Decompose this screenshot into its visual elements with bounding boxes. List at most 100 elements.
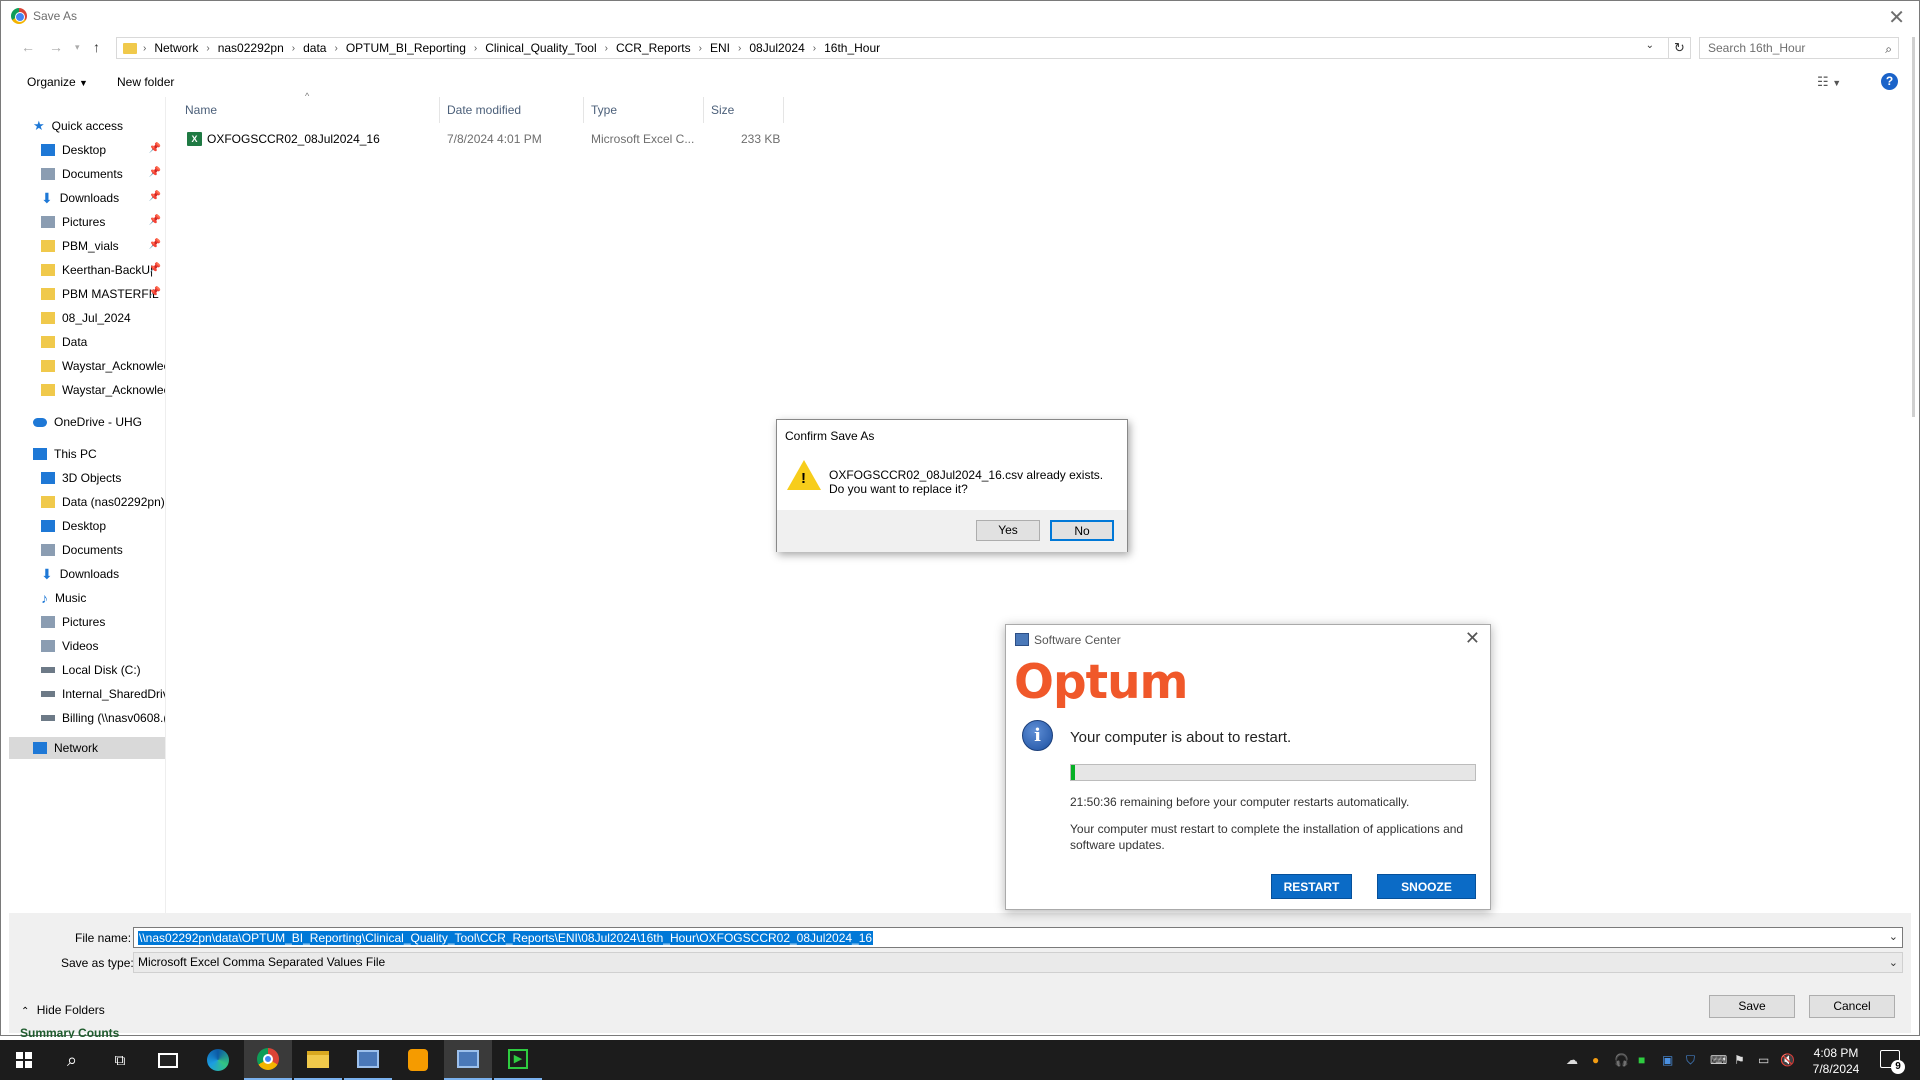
column-date-modified[interactable]: Date modified — [447, 103, 521, 117]
nav-item-waystar-1[interactable]: Waystar_Acknowlec — [41, 355, 165, 377]
hide-folders-button[interactable]: ⌃ Hide Folders — [21, 1003, 105, 1017]
search-icon[interactable]: ⌕ — [48, 1040, 96, 1080]
scrollbar-thumb[interactable] — [1912, 37, 1915, 417]
window-app-icon[interactable]: ▣ — [1662, 1053, 1673, 1067]
chevron-right-icon[interactable]: › — [206, 43, 209, 54]
pin-icon[interactable]: 📌 — [149, 239, 161, 250]
pin-icon[interactable]: 📌 — [149, 287, 161, 298]
cancel-button[interactable]: Cancel — [1809, 995, 1895, 1018]
no-button[interactable]: No — [1050, 520, 1114, 541]
orange-app-icon[interactable]: ● — [1592, 1053, 1599, 1067]
pin-icon[interactable]: 📌 — [149, 215, 161, 226]
nav-item-pbm-masterfile[interactable]: PBM MASTERFIL 📌 — [41, 283, 165, 305]
nav-item-keerthan-backup[interactable]: Keerthan-BackU| 📌 — [41, 259, 165, 281]
nav-item-documents[interactable]: Documents 📌 — [41, 163, 165, 185]
chevron-right-icon[interactable]: › — [738, 43, 741, 54]
yes-button[interactable]: Yes — [976, 520, 1040, 541]
back-arrow-icon[interactable]: ← — [21, 39, 35, 55]
nav-item-data-nas[interactable]: Data (nas02292pn) — [41, 491, 165, 513]
close-icon[interactable]: ✕ — [1465, 628, 1480, 649]
chevron-right-icon[interactable]: › — [334, 43, 337, 54]
nav-item-data[interactable]: Data — [41, 331, 165, 353]
file-name-value[interactable]: \\nas02292pn\data\OPTUM_BI_Reporting\Cli… — [138, 931, 874, 945]
terminal-icon[interactable] — [144, 1040, 192, 1080]
view-options-icon[interactable]: ☷ ▼ — [1817, 74, 1841, 90]
edge-icon[interactable] — [194, 1040, 242, 1080]
nav-item-desktop[interactable]: Desktop 📌 — [41, 139, 165, 161]
breadcrumb-nas02292pn[interactable]: nas02292pn — [218, 41, 284, 55]
system-clock[interactable]: 4:08 PM 7/8/2024 — [1790, 1045, 1882, 1077]
nav-item-pictures[interactable]: Pictures 📌 — [41, 211, 165, 233]
network-monitor-icon[interactable]: ▭ — [1758, 1053, 1769, 1067]
nav-item-quick-access[interactable]: ★ Quick access — [33, 115, 165, 137]
nav-item-this-pc[interactable]: This PC — [33, 443, 165, 465]
nav-item-network[interactable]: Network — [9, 737, 165, 759]
nav-item-pc-documents[interactable]: Documents — [41, 539, 165, 561]
chrome-icon[interactable] — [244, 1040, 292, 1080]
column-divider[interactable] — [783, 97, 784, 123]
column-type[interactable]: Type — [591, 103, 617, 117]
scrollbar[interactable] — [1909, 37, 1919, 427]
close-icon[interactable]: ✕ — [1888, 5, 1905, 30]
nav-item-08-jul-2024[interactable]: 08_Jul_2024 — [41, 307, 165, 329]
onedrive-cloud-icon[interactable]: ☁ — [1566, 1053, 1578, 1067]
nav-item-pc-downloads[interactable]: ⬇ Downloads — [41, 563, 165, 585]
pane-divider[interactable] — [165, 97, 166, 917]
nav-item-pbm-vials[interactable]: PBM_vials 📌 — [41, 235, 165, 257]
up-arrow-icon[interactable]: ↑ — [93, 39, 100, 55]
chevron-right-icon[interactable]: › — [605, 43, 608, 54]
refresh-icon[interactable]: ↻ — [1669, 37, 1691, 59]
chevron-down-icon[interactable]: ⌄ — [1889, 954, 1898, 973]
pin-icon[interactable]: 📌 — [149, 191, 161, 202]
chevron-down-icon[interactable]: ⌄ — [1889, 930, 1898, 943]
chevron-right-icon[interactable]: › — [292, 43, 295, 54]
media-icon[interactable]: ▶ — [494, 1040, 542, 1080]
nav-item-3d-objects[interactable]: 3D Objects — [41, 467, 165, 489]
column-size[interactable]: Size — [711, 103, 734, 117]
pin-icon[interactable]: 📌 — [149, 167, 161, 178]
task-view-icon[interactable]: ⧉ — [96, 1040, 144, 1080]
nav-item-billing[interactable]: Billing (\\nasv0608.( — [41, 707, 165, 729]
snooze-button[interactable]: SNOOZE — [1377, 874, 1476, 899]
nav-item-pc-desktop[interactable]: Desktop — [41, 515, 165, 537]
organize-button[interactable]: Organize ▼ — [27, 75, 88, 89]
green-app-icon[interactable]: ■ — [1638, 1053, 1645, 1067]
start-button[interactable] — [0, 1040, 48, 1080]
column-divider[interactable] — [703, 97, 704, 123]
chevron-right-icon[interactable]: › — [813, 43, 816, 54]
table-row[interactable]: X OXFOGSCCR02_08Jul2024_16 7/8/2024 4:01… — [169, 129, 789, 149]
new-folder-button[interactable]: New folder — [117, 75, 174, 89]
notification-center-icon[interactable]: 9 — [1880, 1050, 1905, 1074]
pin-icon[interactable]: 📌 — [149, 263, 161, 274]
search-input[interactable]: Search 16th_Hour ⌕ — [1699, 37, 1899, 59]
nav-item-videos[interactable]: Videos — [41, 635, 165, 657]
chevron-right-icon[interactable]: › — [474, 43, 477, 54]
security-shield-icon[interactable]: ⛉ — [1686, 1053, 1695, 1068]
breadcrumb-optum-bi-reporting[interactable]: OPTUM_BI_Reporting — [346, 41, 466, 55]
nav-item-onedrive[interactable]: OneDrive - UHG — [33, 411, 165, 433]
nav-item-local-disk[interactable]: Local Disk (C:) — [41, 659, 165, 681]
forward-arrow-icon[interactable]: → — [49, 39, 63, 55]
save-type-select[interactable]: Microsoft Excel Comma Separated Values F… — [133, 952, 1903, 973]
chevron-right-icon[interactable]: › — [143, 43, 146, 54]
breadcrumb-network[interactable]: Network — [154, 41, 198, 55]
file-name-field[interactable]: \\nas02292pn\data\OPTUM_BI_Reporting\Cli… — [133, 927, 1903, 948]
breadcrumb-08jul2024[interactable]: 08Jul2024 — [749, 41, 804, 55]
breadcrumb-16th-hour[interactable]: 16th_Hour — [824, 41, 880, 55]
software-center-icon[interactable] — [444, 1040, 492, 1080]
nav-item-internal-shared[interactable]: Internal_SharedDriv — [41, 683, 165, 705]
chevron-right-icon[interactable]: › — [699, 43, 702, 54]
column-divider[interactable] — [583, 97, 584, 123]
headset-icon[interactable]: 🎧 — [1614, 1053, 1629, 1067]
nav-item-downloads[interactable]: ⬇ Downloads 📌 — [41, 187, 165, 209]
app-icon[interactable] — [394, 1040, 442, 1080]
help-icon[interactable]: ? — [1881, 73, 1898, 90]
pin-icon[interactable]: 📌 — [149, 143, 161, 154]
column-divider[interactable] — [439, 97, 440, 123]
breadcrumb-clinical-quality-tool[interactable]: Clinical_Quality_Tool — [485, 41, 596, 55]
recent-locations-icon[interactable]: ▾ — [75, 42, 80, 53]
nav-item-waystar-2[interactable]: Waystar_Acknowlec — [41, 379, 165, 401]
breadcrumb-data[interactable]: data — [303, 41, 326, 55]
breadcrumb-eni[interactable]: ENI — [710, 41, 730, 55]
remote-desktop-icon[interactable] — [344, 1040, 392, 1080]
